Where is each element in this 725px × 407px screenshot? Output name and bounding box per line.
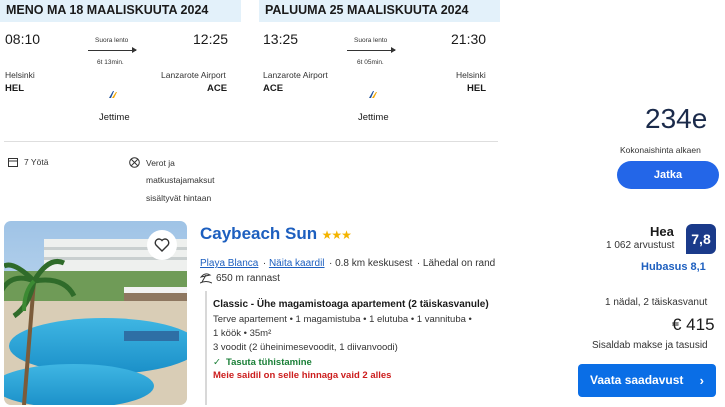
taxes-line3: sisältyvät hintaan (146, 193, 212, 203)
outbound-duration: 6t 13min. (97, 59, 124, 66)
calendar-icon (8, 158, 18, 167)
return-arrive-time: 21:30 (451, 31, 487, 47)
outbound-arrive-city: Lanzarote Airport (161, 70, 226, 80)
return-arrive-city: Helsinki (456, 70, 486, 80)
review-count[interactable]: 1 062 arvustust (606, 240, 674, 251)
return-airline: Jettime (358, 112, 389, 123)
return-arrive-code: HEL (467, 83, 486, 94)
room-details-line2: 1 köök • 35m² (213, 328, 272, 339)
favorite-button[interactable] (147, 230, 177, 260)
rooms-left-warning: Meie saidil on selle hinnaga vaid 2 alle… (213, 370, 392, 381)
beach-near: Lähedal on rand (422, 258, 496, 269)
outbound-arrive-code: ACE (207, 83, 228, 94)
continue-button[interactable]: Jatka (617, 161, 719, 189)
outbound-stop-label: Suora lento (95, 37, 129, 44)
room-title: Classic - Ühe magamistoaga apartement (2… (213, 299, 489, 310)
stay-info: 1 nädal, 2 täiskasvanut (605, 297, 708, 308)
return-header: PALUUMA 25 MAALISKUUTA 2024 (259, 0, 500, 22)
return-duration: 6t 05min. (357, 59, 384, 66)
jettime-logo-icon (369, 91, 377, 98)
rating-word: Hea (650, 224, 674, 239)
outbound-depart-city: Helsinki (5, 70, 35, 80)
hotel-name[interactable]: Caybeach Sun (200, 224, 317, 243)
nights-label: 7 Yötä (24, 157, 49, 167)
outbound-depart-code: HEL (5, 83, 24, 94)
return-depart-code: ACE (263, 83, 284, 94)
chevron-right-icon: › (699, 373, 704, 388)
return-depart-time: 13:25 (263, 31, 299, 47)
return-stop-label: Suora lento (354, 37, 388, 44)
star-rating: ★★★ (321, 228, 352, 242)
comfort-rating: Hubasus 8,1 (641, 261, 706, 273)
heart-icon (154, 238, 170, 252)
hotel-price: € 415 (672, 315, 715, 334)
center-distance: 0.8 km keskusest (335, 258, 413, 269)
see-availability-label: Vaata saadavust (590, 373, 684, 387)
taxes-line2: matkustajamaksut (146, 175, 215, 185)
beach-distance: 650 m rannast (216, 272, 280, 284)
outbound-airline: Jettime (99, 112, 130, 123)
outbound-depart-time: 08:10 (5, 31, 41, 47)
package-price: 234e (645, 103, 708, 134)
check-icon: ✓ (213, 357, 221, 368)
room-details-line1: Terve apartement • 1 magamistuba • 1 elu… (213, 314, 472, 325)
return-arrow-icon (347, 47, 396, 53)
return-depart-city: Lanzarote Airport (263, 70, 328, 80)
divider (4, 141, 498, 142)
taxes-line1: Verot ja (146, 158, 175, 168)
area-link[interactable]: Playa Blanca (200, 258, 258, 269)
outbound-arrive-time: 12:25 (193, 31, 229, 47)
price-note: Sisaldab makse ja tasusid (592, 340, 708, 351)
show-on-map-link[interactable]: Näita kaardil (269, 258, 325, 269)
room-offer: Classic - Ühe magamistoaga apartement (2… (205, 291, 520, 405)
room-beds: 3 voodit (2 üheinimesevoodit, 1 diivanvo… (213, 342, 398, 353)
beach-icon (200, 273, 212, 284)
jettime-logo-icon (109, 91, 117, 98)
see-availability-button[interactable]: Vaata saadavust › (578, 364, 716, 397)
outbound-header: MENO MA 18 MAALISKUUTA 2024 (0, 0, 241, 22)
price-caption: Kokonaishinta alkaen (620, 145, 701, 155)
outbound-arrow-icon (88, 47, 137, 53)
free-cancellation: Tasuta tühistamine (225, 357, 312, 368)
review-score-badge: 7,8 (686, 224, 716, 254)
no-fee-icon (129, 157, 140, 168)
